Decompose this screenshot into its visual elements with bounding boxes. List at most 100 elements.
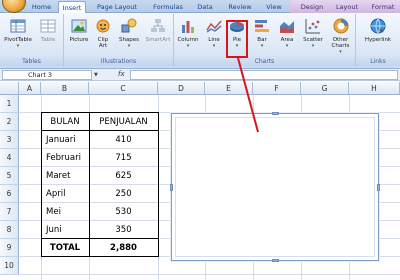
tab-formulas[interactable]: Formulas xyxy=(148,1,188,13)
column-header-e[interactable]: E xyxy=(205,82,253,95)
resize-handle[interactable] xyxy=(377,184,380,191)
cell-bulan[interactable]: Maret xyxy=(46,167,70,185)
ribbon-tab-bar: Home Insert Page Layout Formulas Data Re… xyxy=(0,0,400,14)
table-border xyxy=(41,130,159,131)
header-penjualan[interactable]: PENJUALAN xyxy=(89,113,158,131)
tab-review[interactable]: Review xyxy=(224,1,256,13)
column-header-f[interactable]: F xyxy=(253,82,301,95)
tab-layout[interactable]: Layout xyxy=(332,1,362,13)
cell-bulan[interactable]: Mei xyxy=(46,203,61,221)
cell-penjualan[interactable]: 350 xyxy=(89,221,158,239)
chevron-down-icon[interactable]: ▼ xyxy=(94,72,98,78)
table-icon xyxy=(40,19,56,33)
office-button[interactable] xyxy=(2,0,26,13)
cell-bulan[interactable]: Februari xyxy=(46,149,81,167)
scatter-chart-button[interactable]: Scatter ▾ xyxy=(301,17,325,49)
tab-home[interactable]: Home xyxy=(28,1,55,13)
group-tables: PivotTable ▾ Table Tables xyxy=(0,14,64,67)
group-label-links: Links xyxy=(356,57,400,66)
formula-input[interactable] xyxy=(130,70,398,80)
bar-chart-icon xyxy=(255,20,269,32)
fx-icon[interactable]: fx xyxy=(118,70,125,78)
table-border xyxy=(89,112,90,257)
shapes-icon xyxy=(121,18,137,33)
group-charts: Column ▾ Line ▾ Pie ▾ Bar ▾ Area ▾ Scatt… xyxy=(174,14,356,67)
table-border xyxy=(41,238,159,239)
row-header-10[interactable]: 10 xyxy=(0,257,19,275)
column-chart-button[interactable]: Column ▾ xyxy=(176,17,200,49)
ribbon-insert: PivotTable ▾ Table Tables Picture Clip A… xyxy=(0,13,400,69)
cell-bulan[interactable]: Januari xyxy=(46,131,76,149)
smartart-button[interactable]: SmartArt xyxy=(144,17,172,43)
bar-chart-button[interactable]: Bar ▾ xyxy=(251,17,273,49)
column-header-h[interactable]: H xyxy=(349,82,400,95)
column-header-c[interactable]: C xyxy=(89,82,158,95)
column-header-a[interactable]: A xyxy=(19,82,41,95)
cell-penjualan[interactable]: 530 xyxy=(89,203,158,221)
group-illustrations: Picture Clip Art Shapes ▾ SmartArt Illus… xyxy=(64,14,174,67)
select-all-corner[interactable] xyxy=(0,82,19,95)
name-box[interactable]: Chart 3 xyxy=(2,70,92,80)
resize-handle[interactable] xyxy=(170,184,173,191)
total-label[interactable]: TOTAL xyxy=(41,239,89,257)
total-value[interactable]: 2,880 xyxy=(89,239,158,257)
row-header-8[interactable]: 8 xyxy=(0,221,19,239)
cell-bulan[interactable]: Juni xyxy=(46,221,62,239)
chevron-down-icon: ▾ xyxy=(311,43,315,49)
row-header-4[interactable]: 4 xyxy=(0,149,19,167)
row-header-5[interactable]: 5 xyxy=(0,167,19,185)
line-chart-button[interactable]: Line ▾ xyxy=(203,17,225,49)
line-chart-icon xyxy=(206,20,222,33)
cell-penjualan[interactable]: 625 xyxy=(89,167,158,185)
scatter-chart-icon xyxy=(305,19,320,34)
chevron-down-icon: ▾ xyxy=(16,43,20,49)
chevron-down-icon: ▾ xyxy=(186,43,190,49)
worksheet-grid[interactable]: A B C D E F G H 1 2 3 4 5 6 7 8 9 10 BUL… xyxy=(0,82,400,280)
column-header-b[interactable]: B xyxy=(41,82,89,95)
clip-art-icon xyxy=(96,19,110,33)
tab-format[interactable]: Format xyxy=(368,1,398,13)
resize-handle[interactable] xyxy=(272,259,279,262)
chevron-down-icon: ▾ xyxy=(339,49,342,55)
area-chart-icon xyxy=(280,21,294,33)
chevron-down-icon: ▾ xyxy=(260,43,264,49)
chart-object[interactable] xyxy=(170,112,380,262)
column-header-g[interactable]: G xyxy=(301,82,349,95)
pivottable-button[interactable]: PivotTable ▾ xyxy=(3,17,33,49)
cell-penjualan[interactable]: 250 xyxy=(89,185,158,203)
other-charts-icon xyxy=(333,18,348,34)
tab-view[interactable]: View xyxy=(262,1,286,13)
cell-bulan[interactable]: April xyxy=(46,185,65,203)
other-charts-button[interactable]: Other Charts ▾ xyxy=(327,17,354,55)
chevron-down-icon: ▾ xyxy=(212,43,216,49)
clip-art-button[interactable]: Clip Art xyxy=(93,17,113,49)
cell-penjualan[interactable]: 715 xyxy=(89,149,158,167)
smartart-icon xyxy=(151,19,165,32)
picture-icon xyxy=(71,19,87,33)
header-bulan[interactable]: BULAN xyxy=(41,113,89,131)
row-header-7[interactable]: 7 xyxy=(0,203,19,221)
row-header-2[interactable]: 2 xyxy=(0,113,19,131)
tab-design[interactable]: Design xyxy=(296,1,328,13)
shapes-button[interactable]: Shapes ▾ xyxy=(116,17,142,49)
hyperlink-button[interactable]: Hyperlink xyxy=(361,17,395,43)
chart-plot-area[interactable] xyxy=(175,117,375,257)
cell-penjualan[interactable]: 410 xyxy=(89,131,158,149)
resize-handle[interactable] xyxy=(272,112,279,115)
pivottable-icon xyxy=(10,19,26,33)
row-header-6[interactable]: 6 xyxy=(0,185,19,203)
tab-page-layout[interactable]: Page Layout xyxy=(92,1,142,13)
row-header-1[interactable]: 1 xyxy=(0,95,19,113)
gridline xyxy=(19,274,400,275)
formula-bar: Chart 3 ▼ fx xyxy=(0,69,400,81)
group-links: Hyperlink Links xyxy=(356,14,400,67)
tab-data[interactable]: Data xyxy=(194,1,216,13)
picture-button[interactable]: Picture xyxy=(68,17,90,43)
row-header-9[interactable]: 9 xyxy=(0,239,19,257)
table-button[interactable]: Table xyxy=(35,17,61,43)
area-chart-button[interactable]: Area ▾ xyxy=(276,17,298,49)
pie-highlight-box xyxy=(226,20,248,58)
row-header-3[interactable]: 3 xyxy=(0,131,19,149)
group-label-illustrations: Illustrations xyxy=(64,57,173,66)
column-header-d[interactable]: D xyxy=(158,82,205,95)
